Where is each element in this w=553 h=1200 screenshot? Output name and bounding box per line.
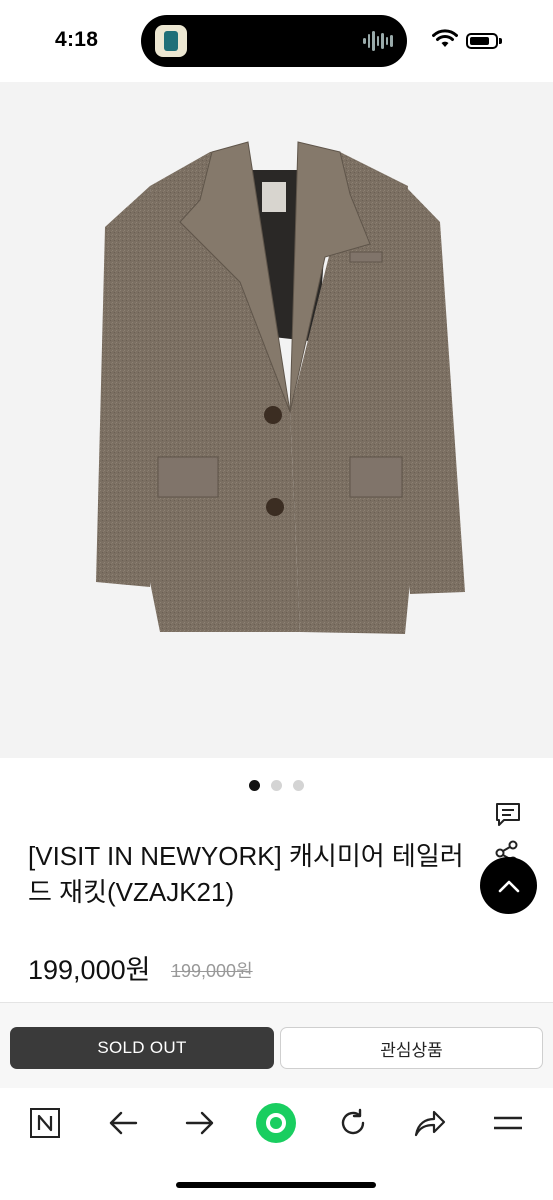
chat-icon[interactable]	[494, 801, 522, 827]
battery-cap	[499, 38, 502, 44]
sold-out-button[interactable]: SOLD OUT	[10, 1027, 274, 1069]
carousel-dot-2[interactable]	[271, 780, 282, 791]
jacket-illustration	[96, 141, 465, 634]
audio-waveform-icon	[363, 29, 394, 53]
product-title: [VISIT IN NEWYORK] 캐시미어 테일러드 재킷(VZAJK21)	[28, 841, 464, 907]
naver-n-glyph	[30, 1108, 60, 1138]
original-price: 199,000원	[171, 961, 253, 981]
scroll-to-top-button[interactable]	[480, 857, 537, 914]
green-home-icon[interactable]	[253, 1100, 299, 1146]
home-indicator[interactable]	[176, 1182, 376, 1188]
wishlist-button[interactable]: 관심상품	[280, 1027, 543, 1069]
browser-toolbar	[0, 1088, 553, 1200]
battery-icon	[466, 33, 498, 49]
menu-icon[interactable]	[485, 1100, 531, 1146]
product-image[interactable]	[0, 82, 553, 758]
naver-n-icon[interactable]	[22, 1100, 68, 1146]
carousel-dot-3[interactable]	[293, 780, 304, 791]
product-price: 199,000원	[28, 955, 151, 985]
status-bar: 4:18	[0, 0, 553, 82]
carousel-dots	[0, 780, 553, 792]
purchase-action-bar: SOLD OUT 관심상품	[0, 1002, 553, 1088]
dynamic-island[interactable]	[141, 15, 407, 67]
forward-arrow-icon[interactable]	[177, 1100, 223, 1146]
carousel-dot-1[interactable]	[249, 780, 260, 791]
chevron-up-icon	[498, 880, 519, 892]
wifi-icon	[432, 29, 458, 47]
back-arrow-icon[interactable]	[100, 1100, 146, 1146]
refresh-icon[interactable]	[330, 1100, 376, 1146]
now-playing-app-icon	[155, 25, 187, 57]
share-icon[interactable]	[407, 1100, 453, 1146]
status-time: 4:18	[55, 28, 99, 51]
